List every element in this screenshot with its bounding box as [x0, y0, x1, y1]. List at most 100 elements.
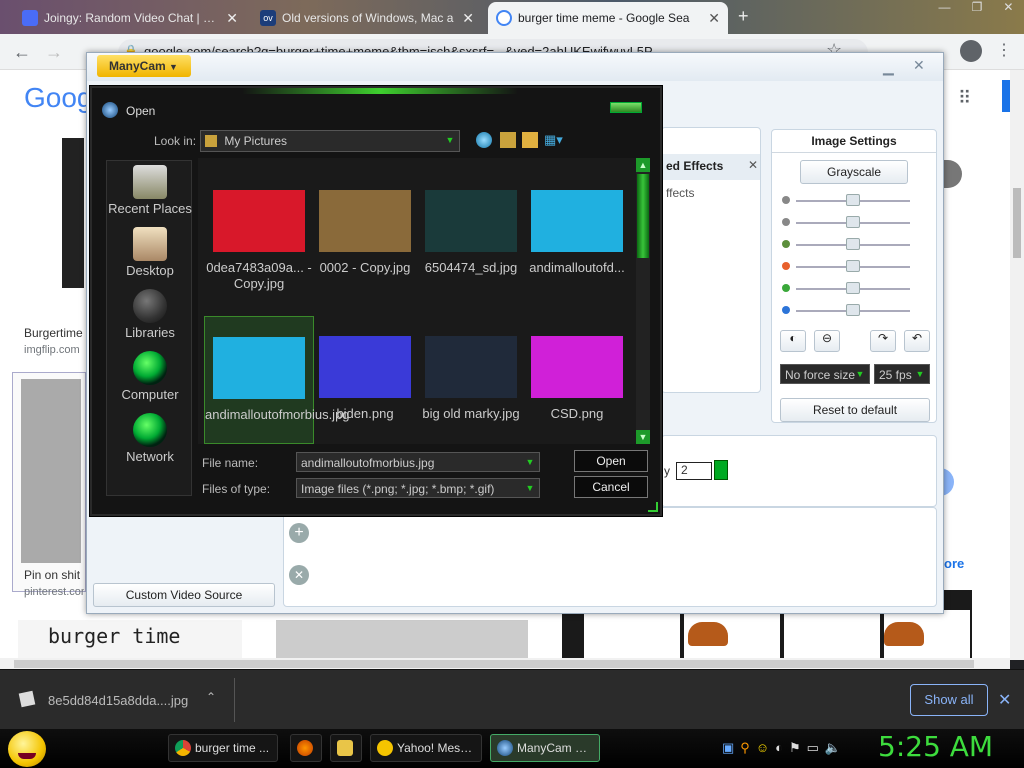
force-size-select[interactable]: No force size ▼: [780, 364, 870, 384]
minimize-icon[interactable]: —: [939, 0, 951, 18]
file-item[interactable]: 0002 - Copy.jpg: [310, 168, 420, 296]
display-icon[interactable]: ▭: [807, 740, 819, 758]
manycam-menu-button[interactable]: ManyCam ▼: [97, 55, 191, 77]
close-tab-icon[interactable]: ✕: [708, 10, 720, 27]
close-window-icon[interactable]: ✕: [1003, 0, 1013, 18]
up-folder-icon[interactable]: [500, 132, 516, 148]
file-name-input[interactable]: andimalloutofmorbius.jpg ▼: [296, 452, 540, 472]
start-button[interactable]: [8, 731, 46, 767]
reset-to-default-button[interactable]: Reset to default: [780, 398, 930, 422]
look-in-select[interactable]: My Pictures ▼: [200, 130, 460, 152]
slider-knob[interactable]: [846, 194, 860, 206]
result-site: imgflip.com: [24, 344, 80, 356]
result-image[interactable]: [62, 138, 84, 288]
result-title[interactable]: Burgertime: [24, 326, 83, 340]
slider-knob[interactable]: [846, 238, 860, 250]
close-icon[interactable]: ✕: [998, 690, 1011, 710]
open-button[interactable]: Open: [574, 450, 648, 472]
result-title[interactable]: Pin on shit: [24, 568, 84, 582]
close-tab-icon[interactable]: ✕: [462, 10, 474, 27]
remove-icon[interactable]: ✕: [289, 565, 309, 585]
file-item[interactable]: 6504474_sd.jpg: [416, 168, 526, 296]
taskbar-firefox[interactable]: [290, 734, 322, 762]
view-menu-icon[interactable]: ▦▾: [544, 132, 566, 148]
flip-vertical-icon[interactable]: ⊖: [814, 330, 840, 352]
result-image[interactable]: [276, 620, 528, 660]
new-folder-icon[interactable]: [522, 132, 538, 148]
place-recent[interactable]: Recent Places: [107, 165, 193, 216]
rotate-right-icon[interactable]: ↷: [870, 330, 896, 352]
file-item[interactable]: big old marky.jpg: [416, 316, 526, 444]
place-computer[interactable]: Computer: [107, 351, 193, 402]
file-item[interactable]: andimalloutofd...: [522, 168, 632, 296]
cancel-button[interactable]: Cancel: [574, 476, 648, 498]
effects-sub-label[interactable]: ffects: [666, 186, 694, 200]
chrome-menu-icon[interactable]: ⋮: [996, 40, 1012, 60]
close-tab-icon[interactable]: ✕: [226, 10, 238, 27]
scrollbar-thumb[interactable]: [637, 174, 649, 258]
download-filename[interactable]: 8e5dd84d15a8dda....jpg: [48, 693, 188, 708]
scrollbar-thumb[interactable]: [1013, 188, 1021, 258]
scroll-down-icon[interactable]: ▼: [636, 430, 650, 444]
search-icon[interactable]: ⚲: [740, 740, 750, 758]
files-of-type-select[interactable]: Image files (*.png; *.jpg; *.bmp; *.gif)…: [296, 478, 540, 498]
taskbar-clock[interactable]: 5:25 AM: [878, 730, 993, 763]
back-icon[interactable]: [476, 132, 492, 148]
rotate-left-icon[interactable]: ↶: [904, 330, 930, 352]
flag-icon[interactable]: ⚑: [789, 740, 801, 758]
taskbar-yahoo[interactable]: Yahoo! Mess...: [370, 734, 482, 762]
tab-google[interactable]: burger time meme - Google Sea ✕: [488, 2, 728, 34]
back-arrow-icon[interactable]: ←: [12, 42, 32, 62]
chevron-up-icon[interactable]: ⌃: [206, 690, 216, 704]
maximize-icon[interactable]: [610, 102, 642, 113]
slider-knob[interactable]: [846, 282, 860, 294]
file-item[interactable]: biden.png: [310, 316, 420, 444]
place-libraries[interactable]: Libraries: [107, 289, 193, 340]
result-image[interactable]: burger time: [18, 620, 242, 660]
slider-knob[interactable]: [846, 260, 860, 272]
flip-horizontal-icon[interactable]: ◐: [780, 330, 806, 352]
sign-in-button[interactable]: [1002, 80, 1010, 112]
resize-grip-icon[interactable]: [648, 502, 658, 512]
google-logo[interactable]: Goog: [24, 82, 93, 114]
minimize-icon[interactable]: ▁: [883, 59, 899, 75]
close-tab-icon[interactable]: ✕: [748, 158, 758, 172]
slider-knob[interactable]: [846, 216, 860, 228]
show-all-button[interactable]: Show all: [910, 684, 988, 716]
taskbar-manycam[interactable]: ManyCam O...: [490, 734, 600, 762]
yahoo-tray-icon[interactable]: ☺: [756, 740, 769, 758]
effects-tab[interactable]: ed Effects ✕: [662, 154, 760, 180]
page-scrollbar[interactable]: [1010, 70, 1024, 660]
file-item[interactable]: andimalloutofmorbius.jpg: [204, 316, 350, 444]
profile-avatar-icon[interactable]: [960, 40, 982, 62]
new-tab-button[interactable]: +: [738, 6, 749, 27]
tab-joingy[interactable]: Joingy: Random Video Chat | We ✕: [14, 2, 246, 34]
spin-input[interactable]: 2: [676, 462, 712, 480]
slider-knob[interactable]: [846, 304, 860, 316]
volume-icon[interactable]: 🔈: [825, 740, 841, 758]
spin-arrows-icon[interactable]: [714, 460, 728, 480]
scrollbar-thumb[interactable]: [14, 660, 974, 668]
network-icon[interactable]: ▣: [722, 740, 734, 758]
maximize-icon[interactable]: ❐: [972, 0, 983, 18]
more-link[interactable]: ore: [944, 556, 964, 571]
tab-oldversion[interactable]: ov Old versions of Windows, Mac a ✕: [252, 2, 482, 34]
place-desktop[interactable]: Desktop: [107, 227, 193, 278]
scroll-up-icon[interactable]: ▲: [636, 158, 650, 172]
add-icon[interactable]: +: [289, 523, 309, 543]
carousel-prev-button[interactable]: [944, 160, 962, 188]
status-icon[interactable]: ◐: [775, 740, 783, 758]
close-window-icon[interactable]: ✕: [913, 57, 929, 73]
grayscale-button[interactable]: Grayscale: [800, 160, 908, 184]
apps-grid-icon[interactable]: ⠿: [958, 88, 971, 109]
forward-arrow-icon[interactable]: →: [44, 42, 64, 62]
place-network[interactable]: Network: [107, 413, 193, 464]
taskbar-folder[interactable]: [330, 734, 362, 762]
file-item[interactable]: 0dea7483a09a... - Copy.jpg: [204, 168, 314, 296]
file-item[interactable]: CSD.png: [522, 316, 632, 444]
custom-video-source-button[interactable]: Custom Video Source: [93, 583, 275, 607]
taskbar-chrome[interactable]: burger time ...: [168, 734, 278, 762]
result-image[interactable]: [21, 379, 81, 563]
result-card-selected[interactable]: [12, 372, 86, 592]
fps-select[interactable]: 25 fps ▼: [874, 364, 930, 384]
